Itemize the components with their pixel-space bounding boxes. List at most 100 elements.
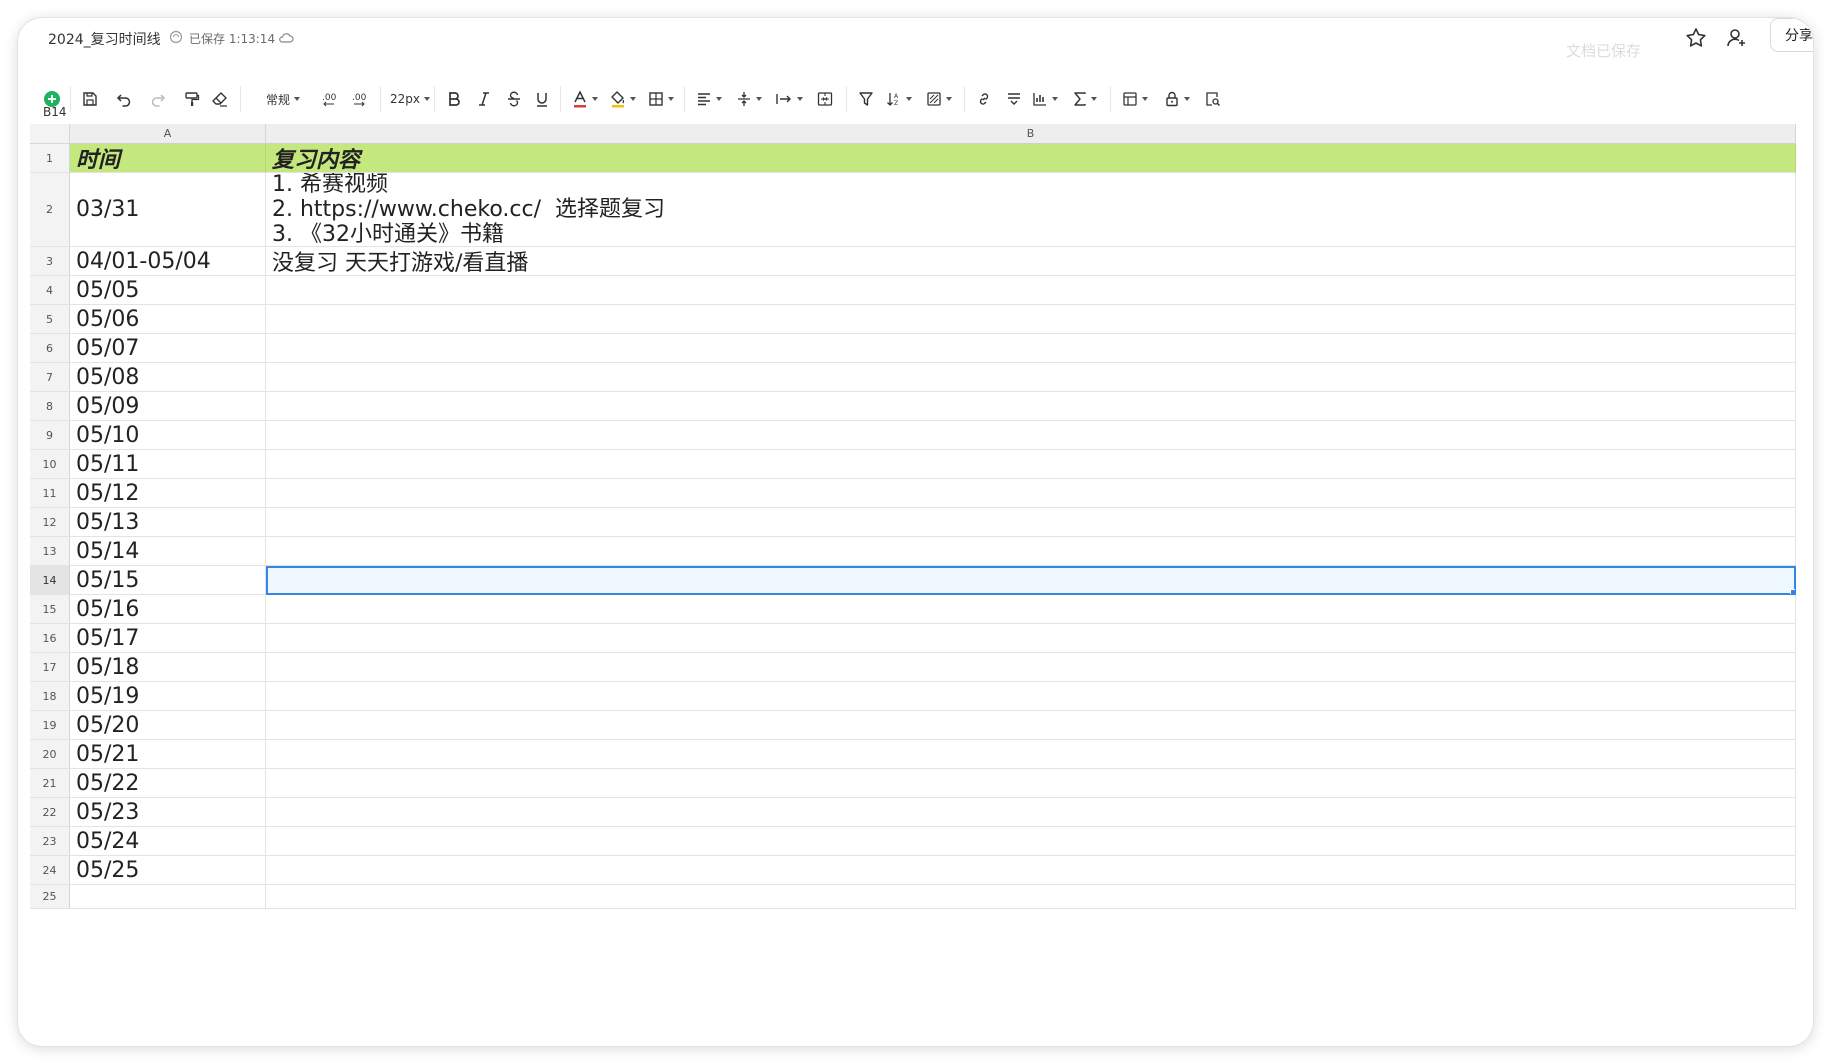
cell-content[interactable]: 没复习 天天打游戏/看直播: [266, 247, 1796, 276]
cell-date[interactable]: 05/07: [70, 334, 266, 363]
cell-content[interactable]: [266, 508, 1796, 537]
cell-date[interactable]: 05/23: [70, 798, 266, 827]
text-wrap-icon[interactable]: [774, 86, 804, 112]
cell-date[interactable]: [70, 885, 266, 909]
cell-date[interactable]: 05/06: [70, 305, 266, 334]
cell-content[interactable]: [266, 856, 1796, 885]
redo-icon[interactable]: [148, 86, 168, 112]
row-number[interactable]: 11: [30, 479, 70, 508]
row-number[interactable]: 5: [30, 305, 70, 334]
cell-date[interactable]: 05/20: [70, 711, 266, 740]
cell-date[interactable]: 05/21: [70, 740, 266, 769]
cell-content[interactable]: [266, 798, 1796, 827]
conditional-format-icon[interactable]: [924, 86, 954, 112]
strikethrough-icon[interactable]: [504, 86, 524, 112]
cell-date[interactable]: 05/22: [70, 769, 266, 798]
share-button[interactable]: 分享: [1770, 18, 1813, 52]
header-cell-content[interactable]: 复习内容: [266, 144, 1796, 173]
number-format-dropdown[interactable]: 常规: [262, 86, 304, 112]
row-number[interactable]: 4: [30, 276, 70, 305]
cell-content[interactable]: [266, 769, 1796, 798]
cell-date[interactable]: 05/16: [70, 595, 266, 624]
cell-content[interactable]: [266, 392, 1796, 421]
cell-date[interactable]: 05/25: [70, 856, 266, 885]
row-number[interactable]: 7: [30, 363, 70, 392]
sum-icon[interactable]: [1070, 86, 1100, 112]
cell-content[interactable]: [266, 276, 1796, 305]
cell-date[interactable]: 05/14: [70, 537, 266, 566]
select-all-corner[interactable]: [30, 124, 70, 144]
undo-icon[interactable]: [114, 86, 134, 112]
row-number[interactable]: 24: [30, 856, 70, 885]
cell-content[interactable]: [266, 537, 1796, 566]
add-collaborator-icon[interactable]: [1724, 26, 1748, 50]
row-number[interactable]: 3: [30, 247, 70, 276]
cell-date[interactable]: 05/13: [70, 508, 266, 537]
row-number[interactable]: 25: [30, 885, 70, 909]
fill-color-icon[interactable]: [608, 86, 638, 112]
row-number[interactable]: 14: [30, 566, 70, 595]
row-number[interactable]: 8: [30, 392, 70, 421]
document-title[interactable]: 2024_复习时间线: [48, 29, 161, 49]
filter-icon[interactable]: [856, 86, 876, 112]
vertical-align-icon[interactable]: [734, 86, 764, 112]
table-style-icon[interactable]: [1120, 86, 1150, 112]
row-number[interactable]: 22: [30, 798, 70, 827]
cell-content[interactable]: 1. 希赛视频 2. https://www.cheko.cc/ 选择题复习 3. …: [266, 173, 1796, 247]
cell-content[interactable]: [266, 479, 1796, 508]
cell-date[interactable]: 05/24: [70, 827, 266, 856]
cell-date[interactable]: 05/17: [70, 624, 266, 653]
cell-date[interactable]: 05/09: [70, 392, 266, 421]
link-icon[interactable]: [974, 86, 994, 112]
row-number[interactable]: 10: [30, 450, 70, 479]
align-left-icon[interactable]: [694, 86, 724, 112]
cell-content[interactable]: [266, 595, 1796, 624]
cell-content[interactable]: [266, 740, 1796, 769]
row-number[interactable]: 15: [30, 595, 70, 624]
column-header-b[interactable]: B: [266, 124, 1796, 144]
cell-content[interactable]: [266, 885, 1796, 909]
cell-date[interactable]: 04/01-05/04: [70, 247, 266, 276]
star-icon[interactable]: [1684, 26, 1708, 50]
cell-content[interactable]: [266, 682, 1796, 711]
bold-icon[interactable]: [444, 86, 464, 112]
cell-date[interactable]: 05/11: [70, 450, 266, 479]
row-number[interactable]: 1: [30, 144, 70, 173]
cell-date[interactable]: 05/15: [70, 566, 266, 595]
font-color-icon[interactable]: [570, 86, 600, 112]
save-icon[interactable]: [80, 86, 100, 112]
chart-icon[interactable]: [1030, 86, 1060, 112]
increase-decimal-icon[interactable]: .00: [348, 86, 372, 112]
row-number[interactable]: 16: [30, 624, 70, 653]
sort-icon[interactable]: AZ: [884, 86, 914, 112]
cell-date[interactable]: 05/18: [70, 653, 266, 682]
cell-content[interactable]: [266, 334, 1796, 363]
clear-format-icon[interactable]: [210, 86, 230, 112]
cell-date[interactable]: 05/08: [70, 363, 266, 392]
cell-content[interactable]: [266, 711, 1796, 740]
cell-date[interactable]: 05/19: [70, 682, 266, 711]
row-number[interactable]: 17: [30, 653, 70, 682]
row-number[interactable]: 6: [30, 334, 70, 363]
row-number[interactable]: 20: [30, 740, 70, 769]
format-painter-icon[interactable]: [182, 86, 202, 112]
cell-date[interactable]: 05/05: [70, 276, 266, 305]
freeze-icon[interactable]: [1004, 86, 1024, 112]
cell-date[interactable]: 05/10: [70, 421, 266, 450]
find-icon[interactable]: [1202, 86, 1224, 112]
header-cell-time[interactable]: 时间: [70, 144, 266, 173]
row-number[interactable]: 21: [30, 769, 70, 798]
cell-content[interactable]: [266, 421, 1796, 450]
column-header-a[interactable]: A: [70, 124, 266, 144]
row-number[interactable]: 12: [30, 508, 70, 537]
row-number[interactable]: 19: [30, 711, 70, 740]
cell-content[interactable]: [266, 363, 1796, 392]
selected-cell[interactable]: [266, 566, 1796, 595]
cell-date[interactable]: 05/12: [70, 479, 266, 508]
row-number[interactable]: 9: [30, 421, 70, 450]
name-box[interactable]: B14: [43, 105, 67, 119]
cell-content[interactable]: [266, 653, 1796, 682]
row-number[interactable]: 2: [30, 173, 70, 247]
row-number[interactable]: 23: [30, 827, 70, 856]
font-size-dropdown[interactable]: 22px: [390, 86, 430, 112]
